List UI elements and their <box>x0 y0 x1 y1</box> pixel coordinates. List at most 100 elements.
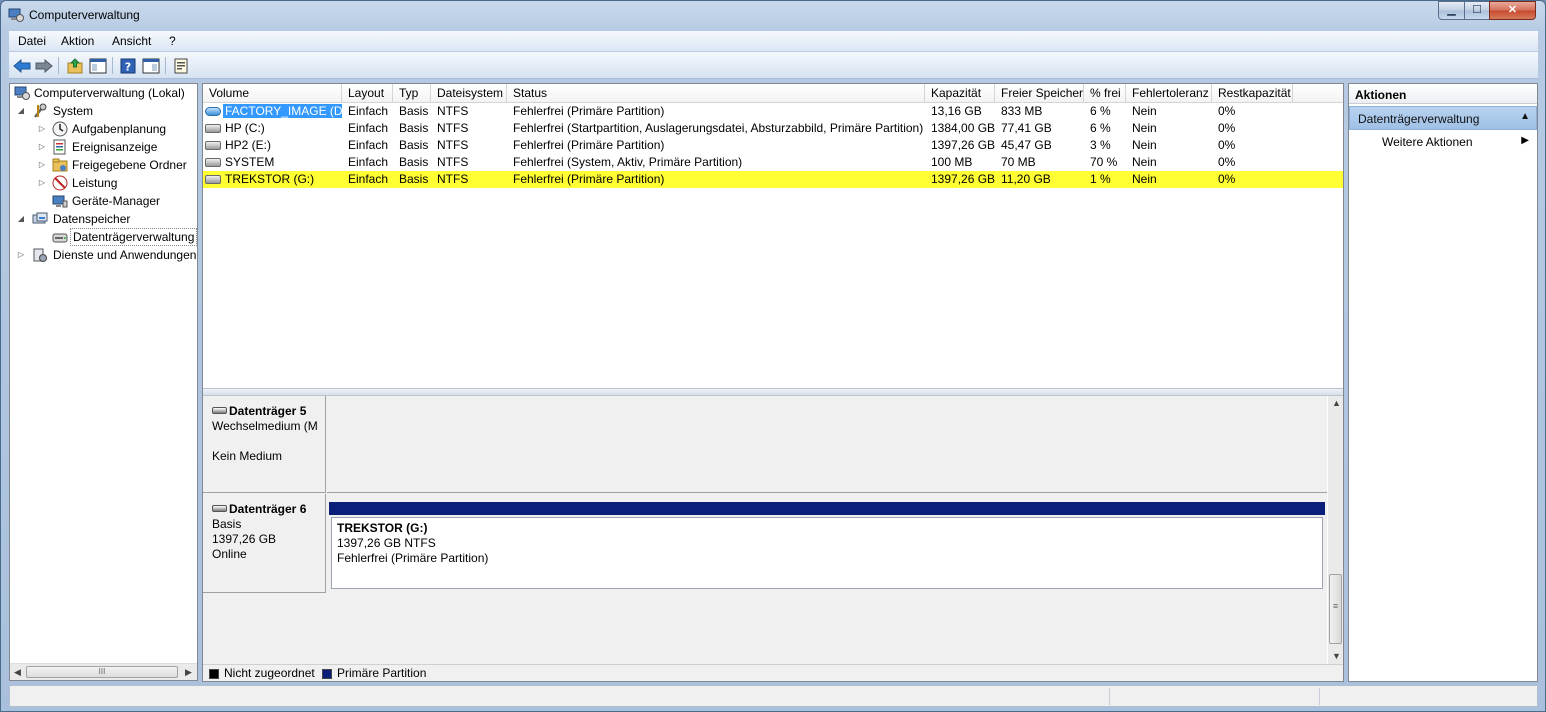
disk-view-vertical-scrollbar[interactable]: ▲ ≡ ▼ <box>1328 396 1343 664</box>
scroll-down-icon[interactable]: ▼ <box>1332 651 1341 661</box>
column-header-volume[interactable]: Volume <box>203 84 342 103</box>
show-hide-action-pane-icon[interactable] <box>141 56 161 75</box>
tree-expander-collapsed[interactable]: ▷ <box>37 120 47 138</box>
legend-swatch-primary <box>322 669 332 679</box>
tree-item-dienste-und-anwendungen[interactable]: ▷ Dienste und Anwendungen <box>10 246 197 264</box>
cell-kapazitaet: 1397,26 GB <box>931 172 995 186</box>
disk-name: Datenträger 5 <box>229 404 307 418</box>
scroll-right-icon[interactable]: ▶ <box>185 667 192 678</box>
menu-aktion[interactable]: Aktion <box>61 34 94 48</box>
disk-management-icon <box>52 229 68 245</box>
tree-item-freigegebene-ordner[interactable]: ▷ Freigegebene Ordner <box>10 156 197 174</box>
scroll-thumb[interactable]: III <box>26 666 178 678</box>
column-header-prozent-frei[interactable]: % frei <box>1084 84 1126 103</box>
table-row[interactable]: FACTORY_IMAGE (D:) Einfach Basis NTFS Fe… <box>203 103 1343 120</box>
column-header-restkapazitaet[interactable]: Restkapazität <box>1212 84 1293 103</box>
table-row[interactable]: HP2 (E:) Einfach Basis NTFS Fehlerfrei (… <box>203 137 1343 154</box>
table-row[interactable]: SYSTEM Einfach Basis NTFS Fehlerfrei (Sy… <box>203 154 1343 171</box>
maximize-button[interactable]: ☐ <box>1464 1 1490 20</box>
cell-typ: Basis <box>399 121 429 135</box>
column-header-typ[interactable]: Typ <box>393 84 431 103</box>
device-manager-icon <box>52 193 68 209</box>
menu-bar: Datei Aktion Ansicht ? <box>9 31 1538 51</box>
svg-text:?: ? <box>125 60 131 73</box>
menu-datei[interactable]: Datei <box>18 34 46 48</box>
tree-expander-expanded[interactable]: ◢ <box>16 102 26 120</box>
action-weitere-aktionen[interactable]: Weitere Aktionen <box>1382 135 1473 149</box>
disk-state: Kein Medium <box>212 449 283 463</box>
status-bar <box>9 685 1538 707</box>
tree-item-label: Ereignisanzeige <box>72 140 158 154</box>
cell-typ: Basis <box>399 155 429 169</box>
scroll-up-icon[interactable]: ▲ <box>1332 398 1341 408</box>
legend: Nicht zugeordnet Primäre Partition <box>203 664 1343 681</box>
tree-expander-collapsed[interactable]: ▷ <box>37 156 47 174</box>
back-arrow-icon[interactable] <box>12 56 32 75</box>
cell-freier-speicher: 833 MB <box>1001 104 1043 118</box>
cell-restkapazitaet: 0% <box>1218 155 1236 169</box>
help-icon[interactable]: ? <box>118 56 138 75</box>
cell-status: Fehlerfrei (Primäre Partition) <box>513 138 665 152</box>
window-title: Computerverwaltung <box>29 8 140 22</box>
tree-item-geraete-manager[interactable]: Geräte-Manager <box>10 192 197 210</box>
cell-freier-speicher: 11,20 GB <box>1001 172 1051 186</box>
tree-expander-collapsed[interactable]: ▷ <box>37 174 47 192</box>
forward-arrow-icon[interactable] <box>34 56 54 75</box>
cell-status: Fehlerfrei (Startpartition, Auslagerungs… <box>513 121 924 135</box>
tree-expander-collapsed[interactable]: ▷ <box>37 138 47 156</box>
actions-section-label: Datenträgerverwaltung <box>1358 112 1480 126</box>
tree-horizontal-scrollbar[interactable]: ◀ III ▶ <box>10 663 197 680</box>
disk-icon <box>212 505 227 512</box>
tree-expander-collapsed[interactable]: ▷ <box>16 246 26 264</box>
tree-item-datenspeicher[interactable]: ◢ Datenspeicher <box>10 210 197 228</box>
disk-info-datentraeger-5[interactable]: Datenträger 5 Wechselmedium (M Kein Medi… <box>203 396 326 493</box>
column-header-layout[interactable]: Layout <box>342 84 393 103</box>
table-row-highlighted[interactable]: TREKSTOR (G:) Einfach Basis NTFS Fehlerf… <box>203 171 1343 188</box>
partition-size: 1397,26 GB NTFS <box>337 536 436 550</box>
cell-fehlertoleranz: Nein <box>1132 121 1157 135</box>
partition-name: TREKSTOR (G:) <box>337 521 428 535</box>
menu-ansicht[interactable]: Ansicht <box>112 34 151 48</box>
tree-item-aufgabenplanung[interactable]: ▷ Aufgabenplanung <box>10 120 197 138</box>
shared-folder-icon <box>52 157 68 173</box>
cell-typ: Basis <box>399 104 429 118</box>
tree-item-label: Datenspeicher <box>53 212 131 226</box>
tree-item-datentraegerverwaltung[interactable]: Datenträgerverwaltung <box>10 228 198 246</box>
properties-icon[interactable] <box>171 56 191 75</box>
show-hide-console-tree-icon[interactable] <box>88 56 108 75</box>
close-button[interactable]: ✕ <box>1489 1 1536 20</box>
tree-item-leistung[interactable]: ▷ Leistung <box>10 174 197 192</box>
computer-management-icon <box>14 85 30 101</box>
table-row[interactable]: HP (C:) Einfach Basis NTFS Fehlerfrei (S… <box>203 120 1343 137</box>
disk-info-datentraeger-6[interactable]: Datenträger 6 Basis 1397,26 GB Online <box>203 494 326 593</box>
column-header-dateisystem[interactable]: Dateisystem <box>431 84 507 103</box>
column-header-status[interactable]: Status <box>507 84 925 103</box>
menu-help[interactable]: ? <box>169 34 176 48</box>
up-folder-icon[interactable] <box>65 56 85 75</box>
volume-list: Volume Layout Typ Dateisystem Status Kap… <box>203 84 1343 388</box>
tree-item-label: Geräte-Manager <box>72 194 161 208</box>
actions-section-datentraegerverwaltung[interactable]: Datenträgerverwaltung ▲ <box>1349 106 1537 130</box>
partition-trekstor[interactable]: TREKSTOR (G:) 1397,26 GB NTFS Fehlerfrei… <box>331 517 1323 589</box>
status-segment <box>1319 688 1537 705</box>
scroll-thumb[interactable]: ≡ <box>1329 574 1342 644</box>
cell-freier-speicher: 77,41 GB <box>1001 121 1052 135</box>
cell-dateisystem: NTFS <box>437 138 469 152</box>
submenu-arrow-icon[interactable]: ▶ <box>1521 135 1529 146</box>
pane-splitter[interactable] <box>203 388 1343 396</box>
cell-layout: Einfach <box>348 121 389 135</box>
scroll-left-icon[interactable]: ◀ <box>14 667 21 678</box>
column-header-kapazitaet[interactable]: Kapazität <box>925 84 995 103</box>
tree-expander-expanded[interactable]: ◢ <box>16 210 26 228</box>
toolbar: ? <box>9 52 1538 79</box>
minimize-button[interactable]: ▁ <box>1438 1 1465 20</box>
collapse-up-icon[interactable]: ▲ <box>1520 111 1530 122</box>
column-header-freier-speicher[interactable]: Freier Speicher <box>995 84 1084 103</box>
column-header-fehlertoleranz[interactable]: Fehlertoleranz <box>1126 84 1212 103</box>
title-bar[interactable]: Computerverwaltung ▁ ☐ ✕ <box>1 1 1545 29</box>
legend-label: Primäre Partition <box>337 666 427 680</box>
tree-item-ereignisanzeige[interactable]: ▷ Ereignisanzeige <box>10 138 197 156</box>
removable-disk-icon <box>212 407 227 414</box>
tree-item-system[interactable]: ◢ System <box>10 102 197 120</box>
tree-item-computerverwaltung[interactable]: Computerverwaltung (Lokal) <box>10 84 197 102</box>
